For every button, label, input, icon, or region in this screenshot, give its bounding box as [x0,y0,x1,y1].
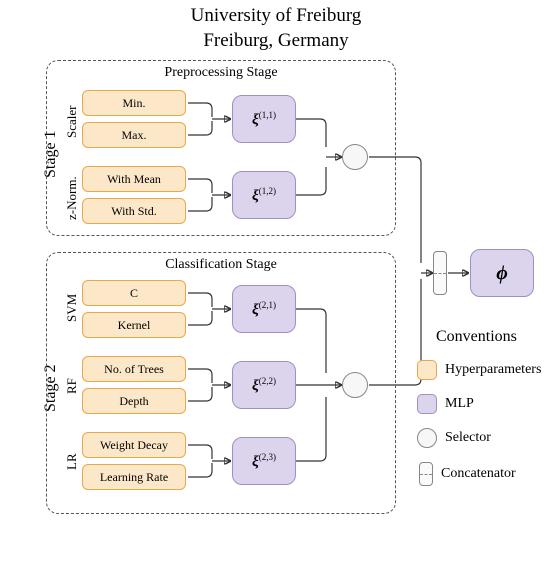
concatenator [433,251,447,295]
header-line2: Freiburg, Germany [0,29,552,54]
hparam-withstd: With Std. [82,198,186,224]
selector-stage2 [342,372,368,398]
hparam-depth: Depth [82,388,186,414]
hparam-withmean: With Mean [82,166,186,192]
stage2-title: Classification Stage [47,257,395,273]
hparam-lr: Learning Rate [82,464,186,490]
group-side-lr: LR [64,453,80,470]
mlp-2-1: ξ(2,1) [232,285,296,333]
hparam-wdecay: Weight Decay [82,432,186,458]
mlp-1-1: ξ(1,1) [232,95,296,143]
diagram-canvas: Stage 1 Stage 2 Preprocessing Stage Scal… [24,60,544,560]
hparam-kernel: Kernel [82,312,186,338]
mlp-2-3: ξ(2,3) [232,437,296,485]
stage1-title: Preprocessing Stage [47,65,395,81]
conventions-title: Conventions [436,328,517,346]
header-line1: University of Freiburg [0,4,552,29]
selector-stage1 [342,144,368,170]
hparam-max: Max. [82,122,186,148]
mlp-phi: ϕ [470,249,534,297]
group-side-svm: SVM [64,294,80,322]
legend-mlp-label: MLP [445,396,474,412]
hparam-c: C [82,280,186,306]
swatch-hparam-icon [417,360,437,380]
header-block: University of Freiburg Freiburg, Germany [0,0,552,53]
legend-mlp: MLP [417,394,474,414]
legend-hparam: Hyperparameters [417,360,541,380]
swatch-concat-icon [419,462,433,486]
legend-selector-label: Selector [445,430,491,446]
group-side-scaler: Scaler [64,106,80,138]
legend-selector: Selector [417,428,491,448]
legend-hparam-label: Hyperparameters [445,362,541,378]
hparam-min: Min. [82,90,186,116]
legend-concat-label: Concatenator [441,466,516,482]
group-side-znorm: z-Norm. [64,176,80,220]
group-side-rf: RF [64,378,80,394]
hparam-ntrees: No. of Trees [82,356,186,382]
mlp-2-2: ξ(2,2) [232,361,296,409]
swatch-mlp-icon [417,394,437,414]
mlp-1-2: ξ(1,2) [232,171,296,219]
legend-concat: Concatenator [419,462,516,486]
swatch-selector-icon [417,428,437,448]
